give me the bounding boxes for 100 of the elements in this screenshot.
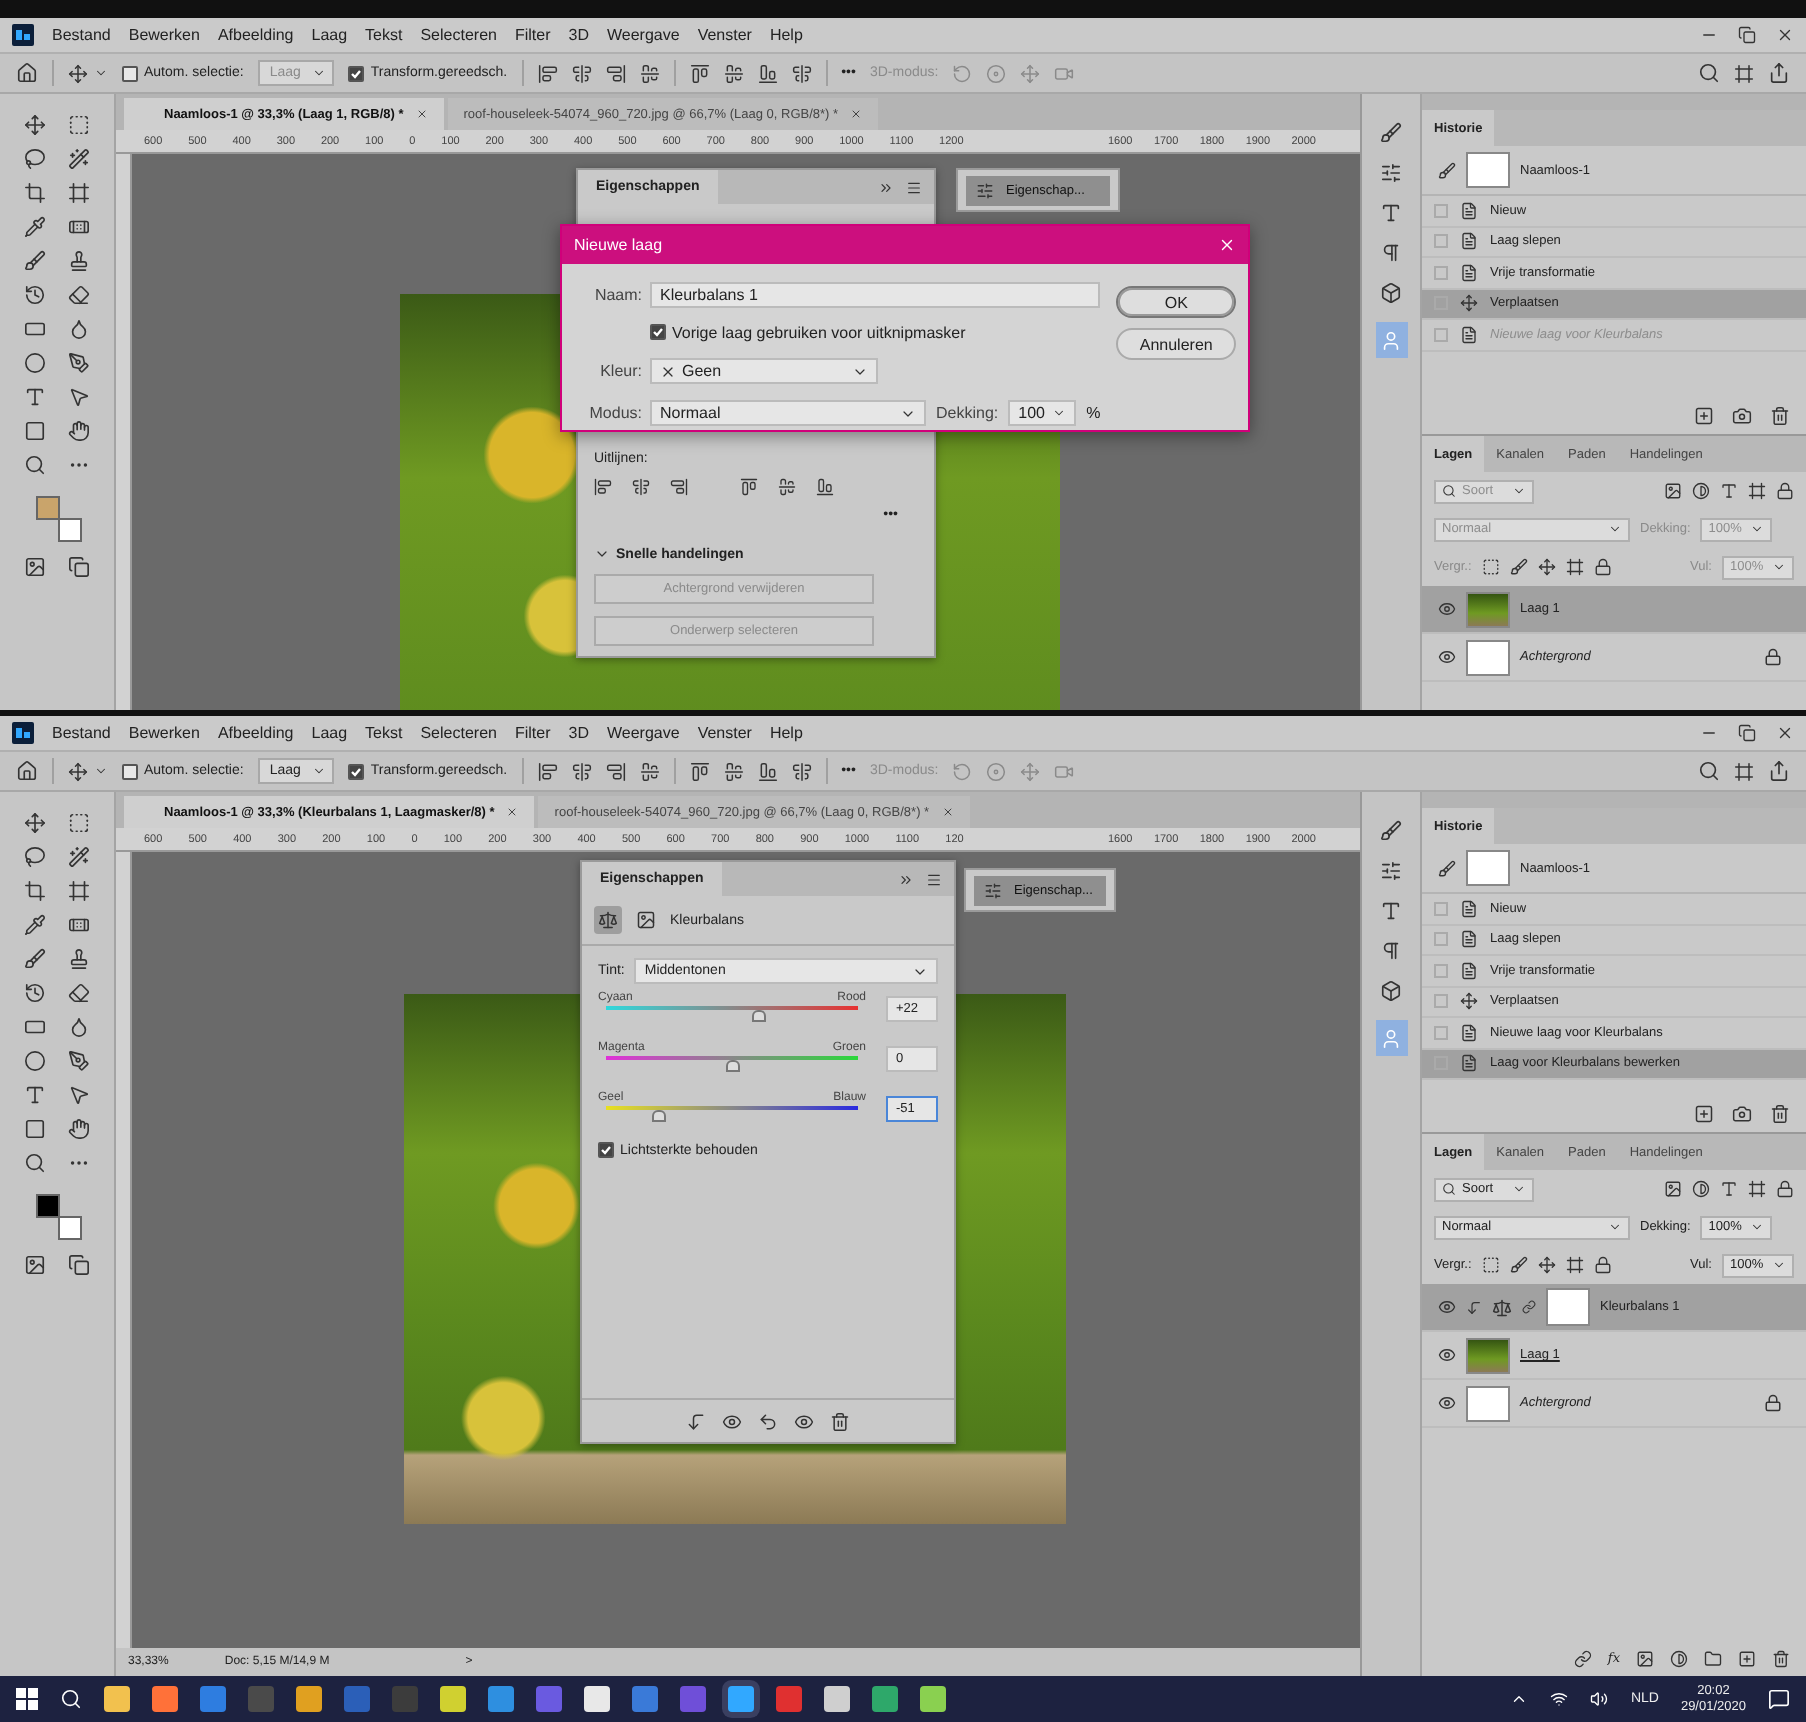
menu-item[interactable]: Afbeelding xyxy=(217,26,294,44)
align-vcenter-icon[interactable] xyxy=(723,761,744,781)
chevron-icon[interactable] xyxy=(1052,406,1067,421)
align-middle-icon[interactable] xyxy=(639,63,660,83)
align-bottom-icon[interactable] xyxy=(816,478,834,496)
history-toggle[interactable] xyxy=(1434,932,1448,947)
history-toggle[interactable] xyxy=(1434,265,1448,280)
move-icon[interactable] xyxy=(24,812,46,834)
checkbox[interactable] xyxy=(598,1142,614,1158)
transparency-lock-icon[interactable] xyxy=(1481,1256,1500,1274)
type-icon[interactable] xyxy=(1720,482,1738,500)
slider-thumb[interactable] xyxy=(652,1110,667,1122)
close-icon[interactable] xyxy=(941,806,954,818)
trash-icon[interactable] xyxy=(1770,1104,1790,1124)
align-right-icon[interactable] xyxy=(605,761,626,781)
type-icon[interactable] xyxy=(1380,900,1402,922)
lock-icon[interactable] xyxy=(1593,1256,1612,1274)
home-icon[interactable] xyxy=(16,760,38,782)
frame-icon[interactable] xyxy=(1565,1256,1584,1274)
history-toggle[interactable] xyxy=(1434,234,1448,249)
document-icon[interactable] xyxy=(1460,232,1478,251)
menu-item[interactable]: Selecteren xyxy=(420,724,497,742)
history-toggle[interactable] xyxy=(1434,901,1448,916)
align-left-icon[interactable] xyxy=(537,63,558,83)
eye-icon[interactable] xyxy=(1438,1394,1456,1412)
menu-item[interactable]: Filter xyxy=(514,26,551,44)
menu-item[interactable]: Bestand xyxy=(52,724,111,742)
menu-item[interactable]: Help xyxy=(769,26,803,44)
name-field[interactable]: Kleurbalans 1 xyxy=(650,281,1101,308)
document-icon[interactable] xyxy=(1460,899,1478,918)
collapse-icon[interactable] xyxy=(878,179,894,195)
distribute-icon[interactable] xyxy=(791,761,812,781)
align-left-icon[interactable] xyxy=(594,478,612,496)
menu-item[interactable]: Venster xyxy=(697,26,752,44)
image-icon[interactable] xyxy=(1664,482,1682,500)
foreground-color-swatch[interactable] xyxy=(35,496,59,520)
collapse-icon[interactable] xyxy=(898,871,914,887)
checkbox[interactable] xyxy=(122,763,138,779)
screen-mode-icon[interactable] xyxy=(68,556,90,578)
mask-icon[interactable] xyxy=(24,1254,46,1276)
wand-icon[interactable] xyxy=(68,846,90,868)
home-icon[interactable] xyxy=(16,62,38,84)
document-icon[interactable] xyxy=(1460,961,1478,980)
slider-thumb[interactable] xyxy=(726,1060,740,1072)
screen-mode-icon[interactable] xyxy=(68,1254,90,1276)
move-icon[interactable] xyxy=(68,761,88,781)
contrast-icon[interactable] xyxy=(1692,1180,1710,1198)
type-icon[interactable] xyxy=(1380,202,1402,224)
brush-icon[interactable] xyxy=(24,948,46,970)
restore-icon[interactable] xyxy=(1738,724,1756,742)
history-toggle[interactable] xyxy=(1434,994,1448,1009)
document-icon[interactable] xyxy=(1460,930,1478,949)
pen-icon[interactable] xyxy=(68,352,90,374)
new-layer-icon[interactable] xyxy=(1738,1649,1756,1667)
type-icon[interactable] xyxy=(24,1084,46,1106)
move-icon[interactable] xyxy=(1460,992,1478,1011)
dialog-button[interactable]: Annuleren xyxy=(1116,328,1236,360)
search-icon[interactable] xyxy=(1698,62,1720,84)
pilcrow-icon[interactable] xyxy=(1380,242,1402,264)
history-icon[interactable] xyxy=(24,284,46,306)
move-icon[interactable] xyxy=(1537,1256,1556,1274)
opacity-field[interactable]: 100 xyxy=(1008,400,1077,427)
mask-icon[interactable] xyxy=(1636,1649,1654,1667)
align-right-icon[interactable] xyxy=(605,63,626,83)
history-toggle[interactable] xyxy=(1434,1025,1448,1040)
document-icon[interactable] xyxy=(1460,1023,1478,1042)
visibility-icon[interactable] xyxy=(794,1411,814,1431)
lasso-icon[interactable] xyxy=(24,846,46,868)
square-icon[interactable] xyxy=(24,420,46,442)
align-top-icon[interactable] xyxy=(689,761,710,781)
close-icon[interactable] xyxy=(850,108,863,120)
circle-icon[interactable] xyxy=(24,1050,46,1072)
slider-thumb[interactable] xyxy=(751,1010,766,1022)
clip-arrow-icon[interactable] xyxy=(1466,1299,1482,1315)
align-left-icon[interactable] xyxy=(537,761,558,781)
undo-icon[interactable] xyxy=(758,1411,778,1431)
eraser-icon[interactable] xyxy=(68,982,90,1004)
menu-item[interactable]: Weergave xyxy=(606,724,680,742)
align-bottom-icon[interactable] xyxy=(757,761,778,781)
new-document-icon[interactable] xyxy=(1694,1104,1714,1124)
close-icon[interactable] xyxy=(1776,26,1794,44)
workspace-icon[interactable] xyxy=(1734,761,1754,781)
clip-icon[interactable] xyxy=(686,1411,706,1431)
checkbox[interactable] xyxy=(348,763,365,779)
new-document-icon[interactable] xyxy=(1694,406,1714,426)
move-icon[interactable] xyxy=(68,63,88,83)
menu-icon[interactable] xyxy=(926,871,942,887)
pipette-icon[interactable] xyxy=(24,216,46,238)
sliders-icon[interactable] xyxy=(1380,860,1402,882)
brush-icon[interactable] xyxy=(1509,558,1528,576)
frame-icon[interactable] xyxy=(68,182,90,204)
stamp-icon[interactable] xyxy=(68,250,90,272)
trash-icon[interactable] xyxy=(830,1411,850,1431)
menu-icon[interactable] xyxy=(906,179,922,195)
menu-item[interactable]: 3D xyxy=(568,26,589,44)
checkbox[interactable] xyxy=(650,324,666,341)
align-bottom-icon[interactable] xyxy=(757,63,778,83)
color-dropdown[interactable]: Geen xyxy=(650,358,878,385)
zoom-icon[interactable] xyxy=(24,1152,46,1174)
checkbox[interactable] xyxy=(348,65,365,81)
